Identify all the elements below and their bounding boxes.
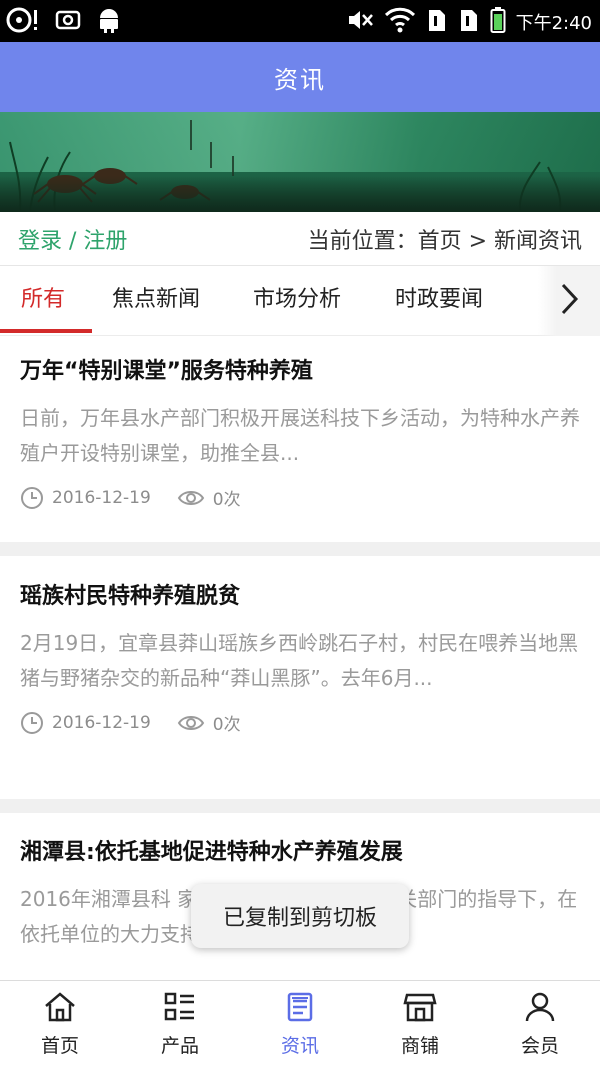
nav-shop-label: 商铺 (400, 1035, 439, 1057)
article-title[interactable]: 瑶族村民特种养殖脱贫 (20, 580, 580, 614)
nav-shop[interactable]: 商铺 (360, 981, 480, 1067)
article-views: 0次 (212, 490, 241, 510)
list-divider (0, 799, 600, 813)
eye-icon (177, 488, 205, 508)
shop-icon (403, 991, 437, 1027)
active-tab-indicator (0, 329, 92, 333)
article-item[interactable]: 瑶族村民特种养殖脱贫 2月19日，宜章县莽山瑶族乡西岭跳石子村，村民在喂养当地黑… (0, 580, 600, 735)
status-bar: 下午2:40 (0, 0, 600, 42)
nav-member[interactable]: 会员 (480, 981, 600, 1067)
media-icon (6, 6, 40, 38)
list-divider (0, 542, 600, 556)
breadcrumb: 当前位置：首页 > 新闻资讯 (307, 228, 582, 254)
home-icon (43, 991, 77, 1027)
wifi-icon (384, 6, 416, 38)
article-date: 2016-12-19 (52, 712, 151, 733)
bottom-nav: 首页 产品 资讯 商铺 会员 (0, 980, 600, 1067)
clock: 下午2:40 (515, 13, 592, 34)
article-title[interactable]: 湘潭县:依托基地促进特种水产养殖发展 (20, 836, 580, 870)
info-bar: 登录 / 注册 当前位置：首页 > 新闻资讯 (0, 212, 600, 266)
nav-news[interactable]: 资讯 (240, 981, 360, 1067)
sim1-icon (426, 6, 448, 38)
nav-member-label: 会员 (520, 1035, 559, 1057)
clock-icon (20, 711, 44, 735)
app-header: 资讯 (0, 42, 600, 112)
product-grid-icon (163, 991, 197, 1027)
category-tabs: 所有 焦点新闻 市场分析 时政要闻 (0, 266, 600, 336)
tab-scroll-right[interactable] (538, 266, 600, 336)
nav-home[interactable]: 首页 (0, 981, 120, 1067)
eye-icon (177, 713, 205, 733)
nav-home-label: 首页 (40, 1035, 79, 1057)
clock-icon (20, 486, 44, 510)
page-title: 资讯 (274, 65, 326, 94)
nav-products[interactable]: 产品 (120, 981, 240, 1067)
article-date: 2016-12-19 (52, 487, 151, 508)
nav-news-label: 资讯 (280, 1035, 319, 1057)
tab-all[interactable]: 所有 (21, 266, 65, 336)
screenshot-icon (54, 6, 82, 38)
android-icon (96, 6, 122, 38)
article-meta: 2016-12-19 0次 (20, 485, 580, 510)
article-summary: 日前，万年县水产部门积极开展送科技下乡活动，为特种水产养殖户开设特别课堂，助推全… (20, 406, 580, 465)
article-meta: 2016-12-19 0次 (20, 710, 580, 735)
article-item[interactable]: 万年“特别课堂”服务特种养殖 日前，万年县水产部门积极开展送科技下乡活动，为特种… (0, 355, 600, 510)
login-register-link[interactable]: 登录 / 注册 (18, 223, 127, 255)
member-icon (523, 991, 557, 1027)
banner-image[interactable] (0, 112, 600, 212)
toast-message: 已复制到剪切板 (191, 884, 409, 948)
tab-focus-news[interactable]: 焦点新闻 (112, 266, 200, 336)
tab-market-analysis[interactable]: 市场分析 (253, 266, 341, 336)
chevron-right-icon (558, 282, 580, 320)
banner-ground (0, 176, 600, 212)
nav-products-label: 产品 (160, 1035, 199, 1057)
article-title[interactable]: 万年“特别课堂”服务特种养殖 (20, 355, 580, 389)
sim2-icon (458, 6, 480, 38)
article-summary: 2月19日，宜章县莽山瑶族乡西岭跳石子村，村民在喂养当地黑猪与野猪杂交的新品种“… (20, 631, 579, 690)
article-views: 0次 (212, 715, 241, 735)
tab-politics-news[interactable]: 时政要闻 (395, 266, 483, 336)
news-icon (283, 991, 317, 1027)
mute-icon (346, 6, 374, 38)
battery-icon (490, 6, 506, 38)
